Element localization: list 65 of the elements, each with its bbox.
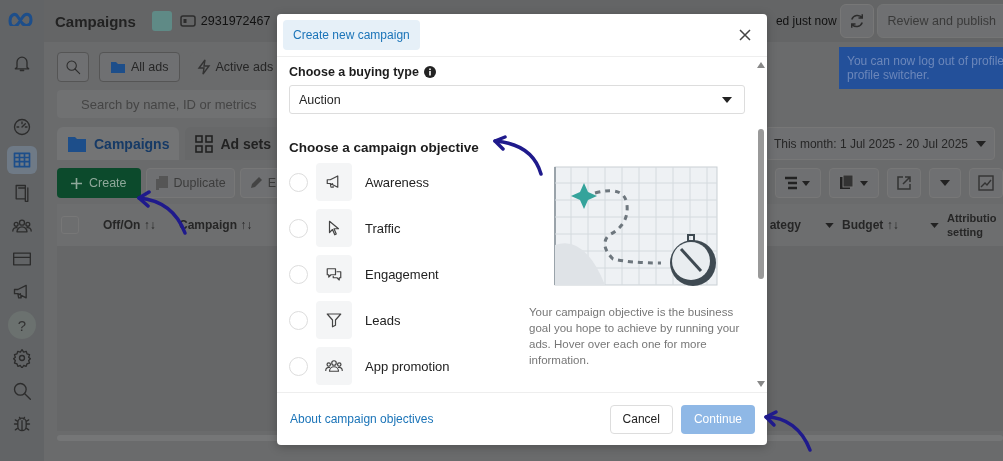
table-icon: [12, 150, 32, 170]
refresh-button[interactable]: [839, 4, 874, 38]
create-button[interactable]: Create: [57, 168, 141, 198]
account-avatar[interactable]: [151, 11, 172, 31]
chart-button[interactable]: [969, 168, 1003, 198]
caret-icon: [976, 140, 986, 147]
save-status: ed just now: [775, 14, 837, 28]
objective-description: Your campaign objective is the business goal you hope to achieve by running your ads. Hover over each one for more information.: [529, 305, 741, 368]
help-link[interactable]: About campaign objectives: [290, 412, 434, 426]
id-card-icon: [179, 15, 196, 27]
objective-option[interactable]: Awareness: [289, 163, 529, 201]
lightning-icon: [196, 59, 211, 75]
objective-option[interactable]: Traffic: [289, 209, 529, 247]
search-icon: [12, 381, 32, 401]
buying-type-dropdown[interactable]: Auction: [289, 85, 745, 114]
cancel-button[interactable]: Cancel: [609, 404, 673, 434]
caret-icon: [940, 180, 950, 186]
sidebar-item[interactable]: ?: [7, 311, 37, 339]
people-icon: [325, 357, 343, 375]
funnel-icon: [325, 311, 343, 329]
caret-icon: [825, 222, 834, 228]
chart-icon: [978, 175, 994, 191]
page-title: Campaigns: [55, 12, 136, 30]
documents-icon: [838, 175, 870, 191]
column-header[interactable]: ategy: [769, 218, 801, 232]
info-icon[interactable]: [423, 66, 436, 78]
dialog-tab[interactable]: Create new campaign: [283, 20, 420, 50]
plus-icon: [71, 177, 82, 189]
copy-icon: [154, 175, 169, 191]
date-range-dropdown[interactable]: This month: 1 Jul 2025 - 20 Jul 2025: [764, 127, 995, 160]
objective-option[interactable]: App promotion: [289, 347, 529, 385]
reports-dropdown[interactable]: [829, 168, 879, 198]
column-header[interactable]: Budget ↑↓: [842, 218, 922, 232]
export-button[interactable]: [887, 168, 921, 198]
folder-icon: [110, 60, 126, 74]
section-heading: Choose a campaign objective: [289, 140, 480, 155]
filter-button[interactable]: All ads: [99, 52, 180, 82]
search-button[interactable]: [57, 52, 89, 82]
field-label: Choose a buying type: [289, 65, 419, 79]
notification-toast: You can now log out of profile profile switcher.: [839, 47, 1003, 89]
scroll-up-icon[interactable]: [756, 61, 766, 69]
export-dropdown[interactable]: [929, 168, 961, 198]
folder-icon: [67, 134, 87, 153]
breakdown-dropdown[interactable]: [775, 168, 821, 198]
search-icon: [65, 59, 81, 75]
export-icon: [896, 175, 912, 191]
objective-option[interactable]: Leads: [289, 301, 529, 339]
objective-option[interactable]: Engagement: [289, 255, 529, 293]
close-icon[interactable]: [739, 29, 751, 41]
grid-icon: [195, 134, 214, 153]
caret-icon: [930, 222, 939, 228]
review-publish-button[interactable]: Review and publish: [876, 4, 1003, 38]
scroll-down-icon[interactable]: [756, 380, 766, 388]
stacked-lines-icon: [784, 176, 812, 190]
tab[interactable]: Campaigns: [57, 127, 180, 160]
gauge-icon: [12, 117, 32, 137]
account-selector[interactable]: 2931972467: [179, 14, 271, 28]
column-header[interactable]: Off/On ↑↓: [103, 218, 163, 232]
sidebar-item[interactable]: [7, 146, 37, 174]
settings-icon: [12, 348, 32, 368]
pencil-icon: [248, 176, 263, 190]
column-header[interactable]: Attributio setting: [947, 211, 1003, 239]
chat-bubbles-icon: [325, 265, 343, 283]
caret-icon: [722, 96, 732, 103]
bug-icon: [12, 414, 32, 434]
